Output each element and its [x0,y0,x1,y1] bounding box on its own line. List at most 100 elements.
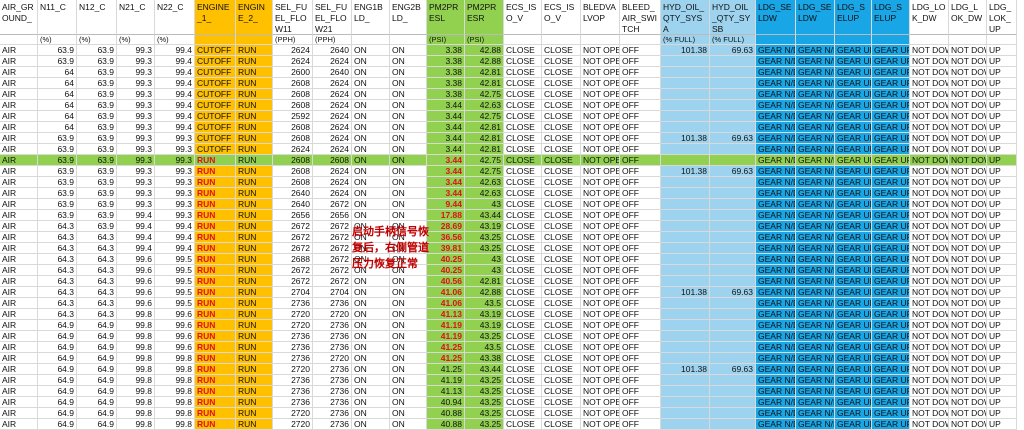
table-cell[interactable]: 3.44 [427,144,465,155]
table-cell[interactable]: GEAR UP [872,199,910,210]
column-header-ldg2[interactable]: LDG_SELDW [796,0,835,35]
table-cell[interactable]: UP [987,265,1017,276]
table-cell[interactable]: 99.4 [155,78,195,89]
table-cell[interactable]: 43.25 [465,232,504,243]
table-cell[interactable]: 64.9 [77,331,117,342]
table-cell[interactable]: NOT DOW [949,397,987,408]
column-header-eng2[interactable]: ENGINE_2_ [236,0,273,35]
table-cell[interactable]: NOT DOW [949,353,987,364]
table-cell[interactable]: NOT DOW [910,199,949,210]
table-cell[interactable] [661,78,710,89]
table-cell[interactable]: GEAR N/D [796,78,835,89]
table-cell[interactable]: 2736 [273,375,313,386]
table-cell[interactable]: 99.4 [155,111,195,122]
table-cell[interactable]: NOT OPEN [581,419,620,430]
table-cell[interactable]: 64.9 [77,364,117,375]
table-cell[interactable]: OFF [620,265,661,276]
table-cell[interactable]: 2672 [313,276,352,287]
table-cell[interactable]: 63.9 [38,45,77,56]
table-cell[interactable]: RUN [236,298,273,309]
table-cell[interactable]: NOT DOW [910,309,949,320]
table-cell[interactable]: NOT DOW [910,232,949,243]
table-cell[interactable]: 99.3 [155,166,195,177]
table-cell[interactable]: ON [352,199,390,210]
table-cell[interactable]: 42.75 [465,111,504,122]
table-cell[interactable]: ON [390,309,427,320]
table-cell[interactable]: GEAR UP [872,45,910,56]
table-cell[interactable] [710,67,756,78]
table-cell[interactable]: OFF [620,122,661,133]
table-cell[interactable]: ON [390,364,427,375]
table-cell[interactable]: AIR [0,419,38,430]
table-cell[interactable] [661,298,710,309]
table-cell[interactable]: ON [390,133,427,144]
table-cell[interactable]: RUN [236,199,273,210]
table-cell[interactable]: CUTOFF [195,89,236,100]
table-cell[interactable]: NOT DOW [910,111,949,122]
table-cell[interactable]: ON [390,397,427,408]
table-cell[interactable]: 2736 [273,298,313,309]
table-cell[interactable]: AIR [0,78,38,89]
table-cell[interactable]: NOT DOW [949,309,987,320]
table-cell[interactable]: RUN [236,56,273,67]
table-cell[interactable]: RUN [236,89,273,100]
table-cell[interactable]: 99.6 [155,309,195,320]
table-cell[interactable]: ON [352,166,390,177]
table-cell[interactable]: NOT DOW [949,155,987,166]
table-cell[interactable] [661,408,710,419]
table-cell[interactable]: 2672 [313,221,352,232]
table-cell[interactable]: UP [987,397,1017,408]
table-cell[interactable]: 64.9 [77,353,117,364]
table-cell[interactable]: 40.88 [427,419,465,430]
table-cell[interactable]: 2672 [273,265,313,276]
table-cell[interactable]: NOT DOW [949,78,987,89]
table-cell[interactable]: 63.9 [38,188,77,199]
table-cell[interactable]: 3.44 [427,100,465,111]
table-cell[interactable]: NOT OPEN [581,45,620,56]
table-cell[interactable]: NOT DOW [949,199,987,210]
table-cell[interactable]: UP [987,188,1017,199]
table-cell[interactable]: CLOSE [504,188,542,199]
table-cell[interactable]: GEAR N/D [796,133,835,144]
table-cell[interactable]: 63.9 [38,133,77,144]
table-cell[interactable]: CLOSE [542,199,581,210]
table-cell[interactable]: 99.6 [117,276,155,287]
table-cell[interactable]: 101.38 [661,364,710,375]
table-cell[interactable]: 64.3 [38,309,77,320]
table-cell[interactable]: NOT DOW [949,298,987,309]
table-cell[interactable]: OFF [620,254,661,265]
table-cell[interactable]: GEAR N/D [796,111,835,122]
table-cell[interactable]: GEAR UP [872,221,910,232]
table-cell[interactable]: 3.44 [427,166,465,177]
table-cell[interactable]: NOT DOW [949,56,987,67]
table-cell[interactable]: GEAR N/D [796,298,835,309]
table-cell[interactable] [710,199,756,210]
table-cell[interactable]: 2736 [313,408,352,419]
table-cell[interactable]: UP [987,100,1017,111]
table-cell[interactable]: GEAR N/D [756,298,796,309]
table-cell[interactable]: 2640 [313,45,352,56]
table-cell[interactable]: CLOSE [542,166,581,177]
table-cell[interactable]: GEAR UP [872,342,910,353]
column-header-eng1bld[interactable]: ENG1BLD_ [352,0,390,35]
table-cell[interactable]: GEAR UP [835,56,872,67]
table-cell[interactable]: 99.4 [155,67,195,78]
table-cell[interactable]: 99.4 [155,232,195,243]
table-cell[interactable]: NOT DOW [910,353,949,364]
table-cell[interactable]: 2672 [313,243,352,254]
table-cell[interactable]: ON [352,419,390,430]
table-cell[interactable]: GEAR N/D [756,342,796,353]
table-cell[interactable]: GEAR N/D [796,100,835,111]
table-cell[interactable]: GEAR N/D [756,210,796,221]
table-cell[interactable]: GEAR UP [872,89,910,100]
table-cell[interactable]: GEAR UP [872,67,910,78]
table-cell[interactable]: ON [390,89,427,100]
table-cell[interactable]: 2736 [273,353,313,364]
table-cell[interactable]: NOT DOW [910,364,949,375]
table-cell[interactable]: NOT DOW [949,166,987,177]
table-cell[interactable]: RUN [236,375,273,386]
table-cell[interactable]: AIR [0,364,38,375]
table-cell[interactable]: GEAR N/D [756,100,796,111]
table-cell[interactable]: AIR [0,342,38,353]
table-cell[interactable]: RUN [195,364,236,375]
